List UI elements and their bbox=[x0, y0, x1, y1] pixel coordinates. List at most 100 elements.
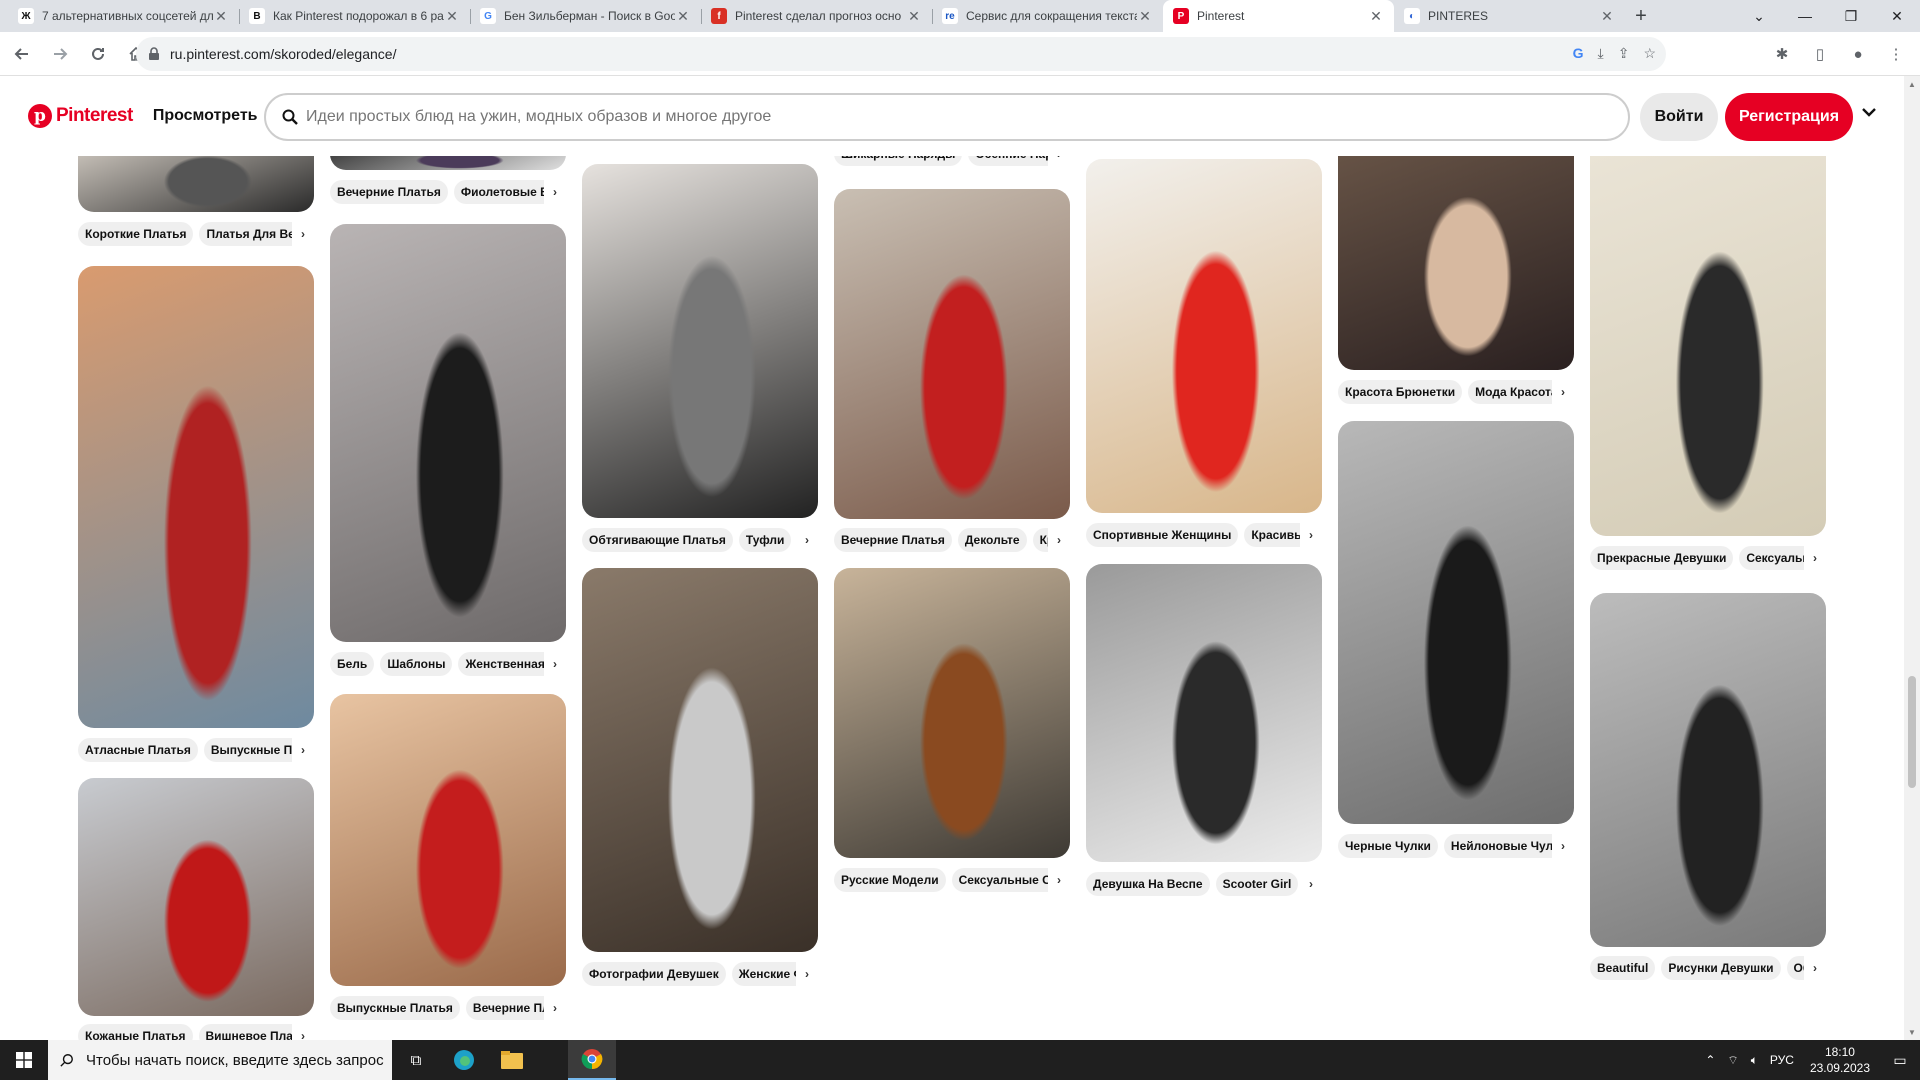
pin-card[interactable]: Вечерние Платья Фиолетовые Веч › bbox=[330, 156, 566, 204]
tags-next-arrow-icon[interactable]: › bbox=[292, 1024, 314, 1040]
language-indicator[interactable]: РУС bbox=[1764, 1053, 1800, 1067]
pin-image[interactable] bbox=[1338, 421, 1574, 824]
back-button[interactable] bbox=[6, 38, 38, 70]
notifications-icon[interactable]: ▭ bbox=[1880, 1040, 1920, 1080]
pin-image[interactable] bbox=[1338, 156, 1574, 370]
pin-tag-chip[interactable]: Вечерние Платья bbox=[834, 528, 952, 552]
chrome-taskbar-icon[interactable] bbox=[568, 1040, 616, 1080]
reload-button[interactable] bbox=[82, 38, 114, 70]
pin-card[interactable]: Фотографии Девушек Женские Фо › bbox=[582, 568, 818, 986]
tags-next-arrow-icon[interactable]: › bbox=[1048, 528, 1070, 552]
pin-card[interactable]: Черные Чулки Нейлоновые Чулки › bbox=[1338, 421, 1574, 858]
browser-tab[interactable]: f Pinterest сделал прогноз осно ✕ bbox=[701, 0, 932, 32]
tags-next-arrow-icon[interactable]: › bbox=[544, 652, 566, 676]
maximize-button[interactable]: ❐ bbox=[1828, 0, 1874, 32]
scroll-thumb[interactable] bbox=[1908, 676, 1916, 788]
search-input[interactable] bbox=[306, 108, 1586, 126]
pin-card[interactable]: Атласные Платья Выпускные Плат › bbox=[78, 266, 314, 762]
pin-image[interactable] bbox=[330, 156, 566, 170]
pin-image[interactable] bbox=[834, 568, 1070, 858]
tags-next-arrow-icon[interactable]: › bbox=[1048, 868, 1070, 892]
pin-tag-chip[interactable]: Девушка На Веспе bbox=[1086, 872, 1210, 896]
pin-tag-chip[interactable]: Кожаные Платья bbox=[78, 1024, 193, 1040]
tab-close-icon[interactable]: ✕ bbox=[906, 8, 922, 25]
tags-next-arrow-icon[interactable]: › bbox=[292, 738, 314, 762]
task-view-icon[interactable]: ⧉ bbox=[392, 1040, 440, 1080]
pin-image[interactable] bbox=[834, 189, 1070, 519]
browser-tab[interactable]: Ж 7 альтернативных соцсетей дл ✕ bbox=[8, 0, 239, 32]
forward-button[interactable] bbox=[44, 38, 76, 70]
pin-image[interactable] bbox=[78, 266, 314, 728]
pin-image[interactable] bbox=[1086, 564, 1322, 862]
tags-next-arrow-icon[interactable]: › bbox=[796, 528, 818, 552]
new-tab-button[interactable]: + bbox=[1625, 0, 1657, 32]
address-bar[interactable]: ru.pinterest.com/skoroded/elegance/ G ⤓ … bbox=[136, 37, 1666, 71]
tags-next-arrow-icon[interactable]: › bbox=[1300, 872, 1322, 896]
tray-expand-icon[interactable]: ⌃ bbox=[1699, 1053, 1721, 1067]
tab-close-icon[interactable]: ✕ bbox=[675, 8, 691, 25]
menu-dots-icon[interactable]: ⋮ bbox=[1880, 38, 1912, 70]
pin-tag-chip[interactable]: Красота Брюнетки bbox=[1338, 380, 1463, 404]
tab-close-icon[interactable]: ✕ bbox=[1368, 8, 1384, 25]
pinterest-logo[interactable]: p Pinterest bbox=[28, 104, 133, 128]
pin-tag-chip[interactable]: Атласные Платья bbox=[78, 738, 198, 762]
pin-card[interactable]: Короткие Платья Платья Для Вечер › bbox=[78, 156, 314, 246]
pin-image[interactable] bbox=[1590, 156, 1826, 536]
chevron-down-icon[interactable] bbox=[1862, 104, 1876, 120]
pin-image[interactable] bbox=[582, 164, 818, 518]
taskbar-search[interactable]: Чтобы начать поиск, введите здесь запрос bbox=[48, 1040, 392, 1080]
pin-card[interactable]: Выпускные Платья Вечерние Плат › bbox=[330, 694, 566, 1020]
tags-next-arrow-icon[interactable]: › bbox=[1804, 546, 1826, 570]
pin-tag-chip[interactable]: Вечерние Платья bbox=[330, 180, 448, 204]
tags-next-arrow-icon[interactable]: › bbox=[292, 222, 314, 246]
browser-tab[interactable]: ◐ PINTERES ✕ bbox=[1394, 0, 1625, 32]
volume-icon[interactable]: 🔈︎ bbox=[1745, 1053, 1764, 1068]
side-panel-icon[interactable]: ▯ bbox=[1804, 38, 1836, 70]
edge-browser-icon[interactable] bbox=[440, 1040, 488, 1080]
tags-next-arrow-icon[interactable]: › bbox=[1804, 956, 1826, 980]
taskbar-clock[interactable]: 18:10 23.09.2023 bbox=[1800, 1044, 1880, 1076]
pin-card[interactable]: Красота Брюнетки Мода Красота › bbox=[1338, 156, 1574, 404]
tags-next-arrow-icon[interactable]: › bbox=[796, 962, 818, 986]
pin-image[interactable] bbox=[1086, 159, 1322, 513]
close-window-button[interactable]: ✕ bbox=[1874, 0, 1920, 32]
scroll-down-icon[interactable]: ▼ bbox=[1904, 1024, 1920, 1040]
pin-card[interactable]: Спортивные Женщины Красивые Д › bbox=[1086, 159, 1322, 547]
pin-tag-chip[interactable]: Рисунки Девушки bbox=[1661, 956, 1781, 980]
browser-tab[interactable]: re Сервис для сокращения текста ✕ bbox=[932, 0, 1163, 32]
pin-card[interactable]: Девушка На ВеспеScooter GirlГ› bbox=[1086, 564, 1322, 896]
pin-tag-chip[interactable]: Beautiful bbox=[1590, 956, 1656, 980]
browser-tab[interactable]: P Pinterest ✕ bbox=[1163, 0, 1394, 32]
windows-start-button[interactable] bbox=[0, 1040, 48, 1080]
browser-tab[interactable]: G Бен Зильберман - Поиск в Goo ✕ bbox=[470, 0, 701, 32]
minimize-button[interactable]: — bbox=[1782, 0, 1828, 32]
pin-image[interactable] bbox=[330, 224, 566, 642]
network-icon[interactable]: ⌔ bbox=[1721, 1053, 1744, 1068]
pin-image[interactable] bbox=[78, 778, 314, 1016]
pin-tag-chip[interactable]: Русские Модели bbox=[834, 868, 946, 892]
login-button[interactable]: Войти bbox=[1640, 93, 1718, 141]
search-box[interactable] bbox=[264, 93, 1630, 141]
tags-next-arrow-icon[interactable]: › bbox=[1048, 156, 1070, 166]
pin-card[interactable]: Русские Модели Сексуальные Сап › bbox=[834, 568, 1070, 892]
pin-tag-chip[interactable]: Scooter Girl bbox=[1215, 872, 1299, 896]
pin-tag-chip[interactable]: Бель bbox=[330, 652, 375, 676]
tab-close-icon[interactable]: ✕ bbox=[1599, 8, 1615, 25]
profile-avatar-icon[interactable]: ● bbox=[1842, 38, 1874, 70]
pin-card[interactable]: BeautifulРисунки ДевушкиОбу› bbox=[1590, 593, 1826, 980]
page-scrollbar[interactable]: ▲ ▼ bbox=[1904, 76, 1920, 1040]
tags-next-arrow-icon[interactable]: › bbox=[544, 180, 566, 204]
pin-tag-chip[interactable]: Короткие Платья bbox=[78, 222, 194, 246]
pin-card[interactable]: Прекрасные Девушки Сексуальны › bbox=[1590, 156, 1826, 570]
pin-image[interactable] bbox=[582, 568, 818, 952]
pin-tag-chip[interactable]: Мода Красота bbox=[1468, 380, 1565, 404]
pin-tag-chip[interactable]: Шаблоны bbox=[380, 652, 453, 676]
tab-close-icon[interactable]: ✕ bbox=[444, 8, 460, 25]
tab-search-icon[interactable]: ⌄ bbox=[1736, 0, 1782, 32]
install-app-icon[interactable]: ⤓ bbox=[1598, 45, 1604, 62]
pin-tag-chip[interactable]: Черные Чулки bbox=[1338, 834, 1438, 858]
bookmark-star-icon[interactable]: ☆ bbox=[1643, 45, 1656, 62]
pin-card[interactable]: Обтягивающие ПлатьяТуфлиИ› bbox=[582, 164, 818, 552]
pin-tag-chip[interactable]: Шикарные Наряды bbox=[834, 156, 963, 166]
pin-tag-chip[interactable]: Прекрасные Девушки bbox=[1590, 546, 1734, 570]
